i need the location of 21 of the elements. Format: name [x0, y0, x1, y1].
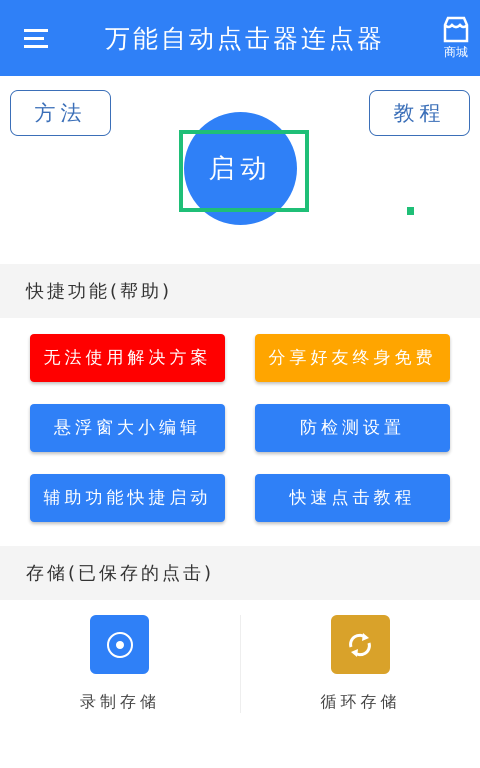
app-title: 万能自动点击器连点器 [104, 22, 386, 54]
quick-action-button[interactable]: 悬浮窗大小编辑 [30, 404, 225, 452]
storage-label: 录制存储 [80, 692, 160, 713]
store-icon [442, 16, 470, 44]
menu-icon[interactable] [24, 28, 48, 48]
start-button[interactable]: 启动 [184, 112, 297, 225]
quick-action-button[interactable]: 无法使用解决方案 [30, 334, 225, 382]
quick-action-button[interactable]: 防检测设置 [255, 404, 450, 452]
tutorial-button[interactable]: 教程 [369, 90, 470, 136]
store-button[interactable]: 商城 [442, 16, 470, 60]
section-title: 存储(已保存的点击) [26, 562, 214, 585]
storage-tile[interactable] [90, 615, 150, 674]
quick-action-button[interactable]: 快速点击教程 [255, 474, 450, 522]
refresh-icon [347, 630, 374, 658]
record-icon [106, 630, 134, 658]
quick-action-button[interactable]: 辅助功能快捷启动 [30, 474, 225, 522]
section-title: 快捷功能(帮助) [26, 280, 172, 303]
storage-tile[interactable] [330, 615, 390, 674]
quick-action-button[interactable]: 分享好友终身免费 [255, 334, 450, 382]
method-button[interactable]: 方法 [10, 90, 111, 136]
storage-label: 循环存储 [320, 692, 400, 713]
